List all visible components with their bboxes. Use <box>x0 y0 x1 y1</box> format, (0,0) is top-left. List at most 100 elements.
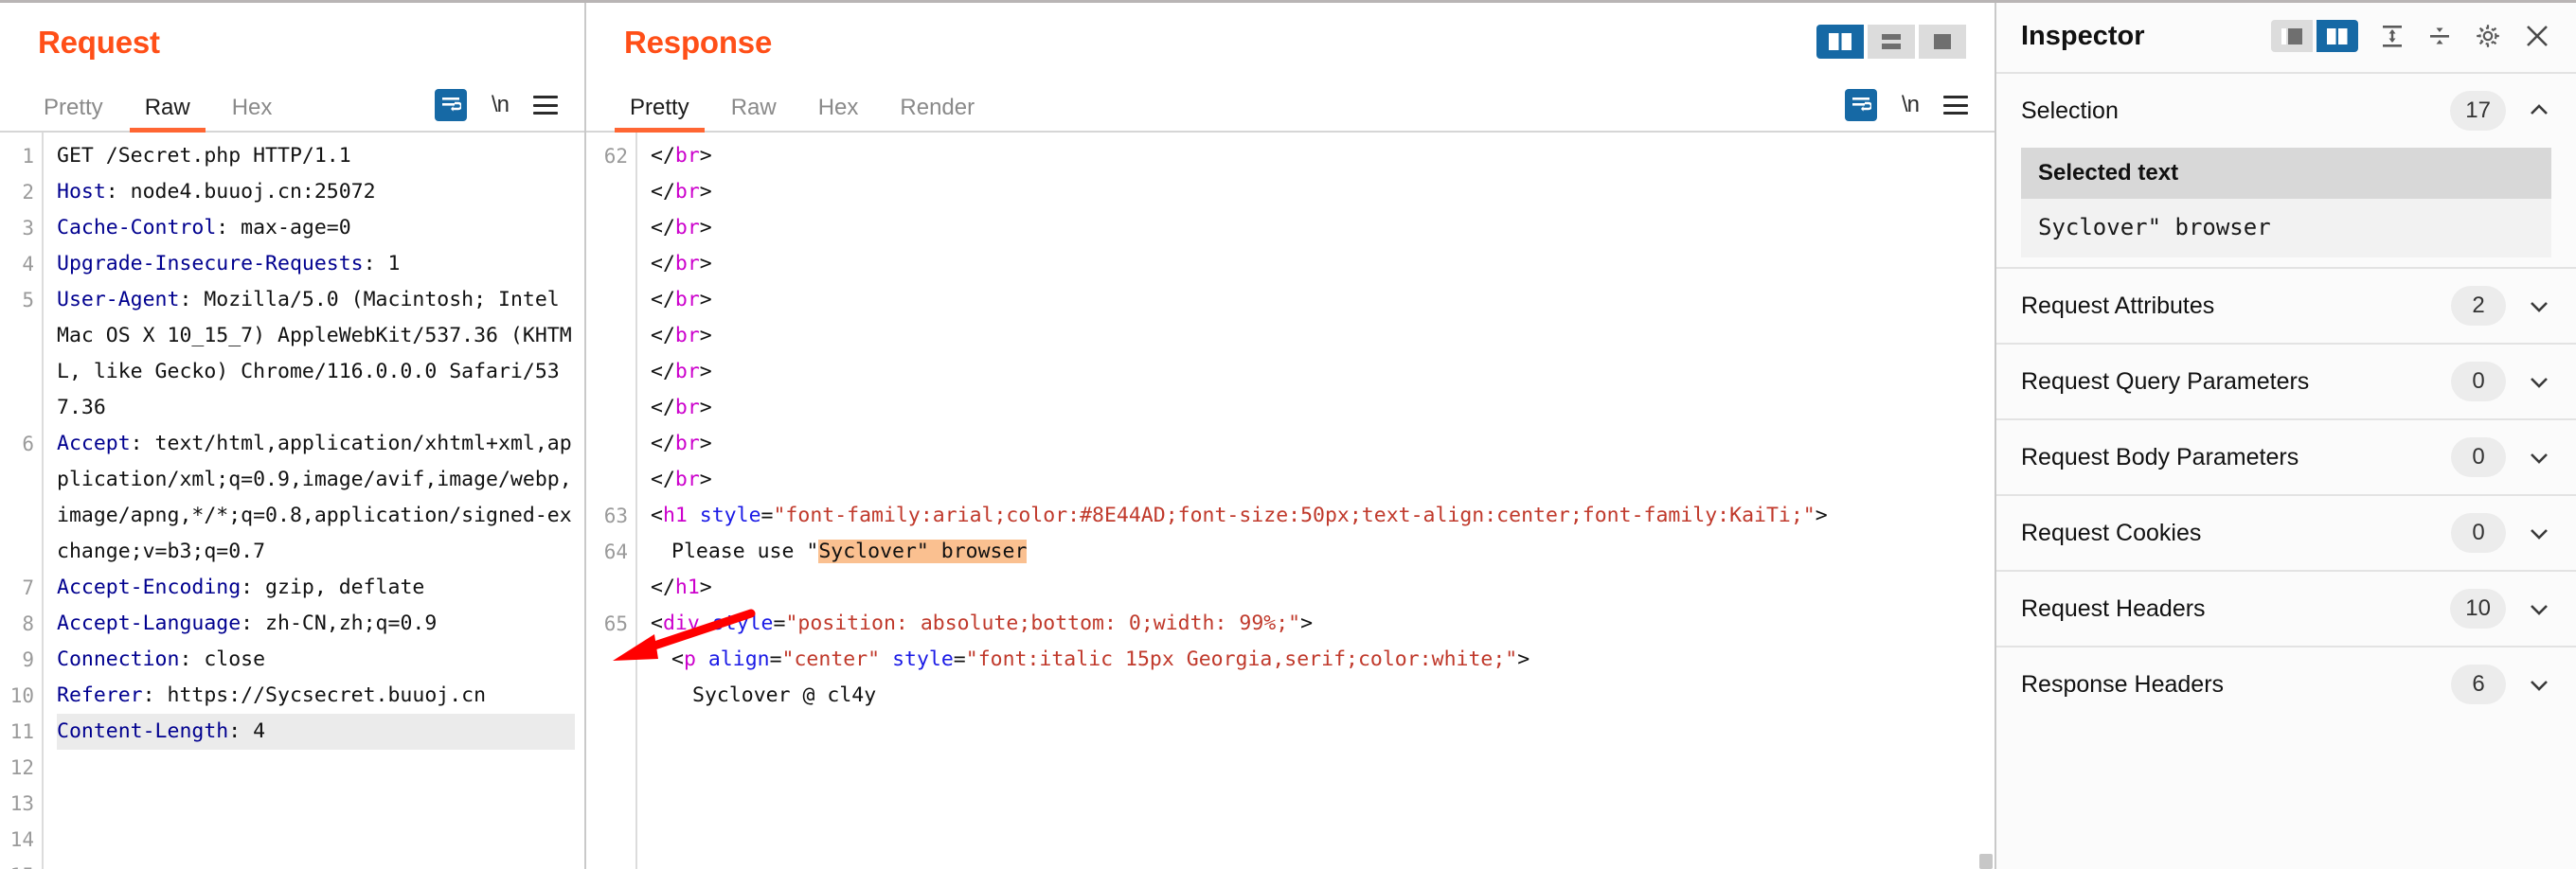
request-code-token: : max-age=0 <box>216 216 351 239</box>
collapse-all-icon <box>2430 27 2449 44</box>
response-body-text[interactable]: </br> </br> </br> </br> </br> </br> </br> </br>… <box>637 133 1995 869</box>
inspector-section-request-headers-count: 10 <box>2450 589 2506 629</box>
response-line-number: 65 <box>603 612 628 635</box>
expand-all-icon <box>2383 26 2402 47</box>
response-code-line: <p align="center" style="font:italic 15p… <box>651 642 1985 678</box>
response-line-number <box>590 282 628 318</box>
request-body-text[interactable]: GET /Secret.php HTTP/1.1 Host: node4.buuo… <box>44 133 584 869</box>
request-editor[interactable]: 123456789101112131415 GET /Secret.php HT… <box>0 133 584 869</box>
chevron-down-icon[interactable] <box>2527 369 2551 394</box>
request-line-number: 15 <box>4 858 34 869</box>
response-code-token <box>688 504 700 527</box>
inspector-section-selection-label: Selection <box>2021 97 2119 124</box>
response-code-token: Please use " <box>671 540 819 563</box>
chevron-up-icon[interactable] <box>2527 98 2551 123</box>
response-code-token: < <box>651 612 663 635</box>
response-code-token: br <box>674 360 700 383</box>
response-code-token: align <box>707 647 770 671</box>
response-code-token: br <box>674 396 700 419</box>
close-inspector-button[interactable] <box>2523 22 2551 50</box>
request-code-token: : text/html,application/xhtml+xml,applic… <box>57 432 572 563</box>
response-code-token: br <box>674 324 700 347</box>
inspector-section-request-attributes[interactable]: Request Attributes 2 <box>1996 267 2576 343</box>
request-code-line <box>57 786 575 822</box>
request-line-number: 3 <box>22 217 34 239</box>
chevron-down-icon[interactable] <box>2527 293 2551 318</box>
inspector-section-request-cookies[interactable]: Request Cookies 0 <box>1996 494 2576 570</box>
request-line-number: 10 <box>9 684 34 707</box>
response-code-token: style <box>711 612 774 635</box>
response-word-wrap-button[interactable] <box>1844 89 1877 121</box>
response-code-line: </br> <box>651 210 1985 246</box>
inspector-section-request-query-parameters[interactable]: Request Query Parameters 0 <box>1996 343 2576 418</box>
request-tab-raw[interactable]: Raw <box>124 97 211 133</box>
response-code-token: > <box>699 468 712 491</box>
request-code-line <box>57 858 575 869</box>
response-tab-hex[interactable]: Hex <box>797 97 880 131</box>
response-menu-button[interactable] <box>1943 96 1968 115</box>
layout-stacked-button[interactable] <box>1868 25 1915 59</box>
request-line-number: 8 <box>22 612 34 635</box>
selected-text-card-value[interactable]: Syclover" browser <box>2021 199 2551 257</box>
chevron-down-icon[interactable] <box>2527 672 2551 697</box>
request-code-token: Accept-Language <box>57 612 242 635</box>
inspector-dock-left-button[interactable] <box>2271 20 2313 52</box>
collapse-all-button[interactable] <box>2426 23 2453 49</box>
response-code-token: br <box>674 144 700 168</box>
response-line-number <box>590 642 628 678</box>
response-code-token: </ <box>651 252 675 275</box>
selected-text-card: Selected text Syclover" browser <box>2021 148 2551 257</box>
response-title: Response <box>624 24 773 60</box>
inspector-dock-right-button[interactable] <box>2317 20 2358 52</box>
request-code-token: : gzip, deflate <box>241 576 425 599</box>
request-code-line: Connection: close <box>57 642 575 678</box>
inspector-section-request-query-parameters-count: 0 <box>2451 362 2506 401</box>
request-show-newlines-button[interactable]: \n <box>492 92 510 118</box>
response-code-token <box>700 612 712 635</box>
response-tabbar: Pretty Raw Hex Render \n <box>586 83 1995 133</box>
settings-button[interactable] <box>2474 22 2502 50</box>
response-code-token <box>880 647 892 671</box>
response-line-number <box>590 462 628 498</box>
response-scrollbar[interactable] <box>1979 854 1993 869</box>
request-code-line <box>57 822 575 858</box>
inspector-section-request-body-parameters-label: Request Body Parameters <box>2021 443 2299 470</box>
response-code-line: </br> <box>651 138 1985 174</box>
expand-all-button[interactable] <box>2379 23 2406 49</box>
response-show-newlines-button[interactable]: \n <box>1902 92 1920 118</box>
request-menu-button[interactable] <box>533 96 558 115</box>
request-code-token: : zh-CN,zh;q=0.9 <box>241 612 438 635</box>
response-code-token: > <box>1300 612 1314 635</box>
response-code-token: > <box>699 360 712 383</box>
chevron-down-icon[interactable] <box>2527 521 2551 545</box>
response-code-token: > <box>699 576 712 599</box>
response-tab-raw[interactable]: Raw <box>710 97 797 131</box>
inspector-section-response-headers[interactable]: Response Headers 6 <box>1996 646 2576 721</box>
response-editor[interactable]: 62 63 64 65 </br> </br> </br> </br> </br> </br… <box>586 133 1995 869</box>
inspector-section-selection[interactable]: Selection 17 <box>1996 72 2576 148</box>
response-tab-pretty[interactable]: Pretty <box>609 97 710 133</box>
request-tabbar: Pretty Raw Hex \n <box>0 83 584 133</box>
response-code-token: "position: absolute;bottom: 0;width: 99%… <box>785 612 1301 635</box>
response-code-token: </ <box>651 432 675 455</box>
layout-single-button[interactable] <box>1919 25 1966 59</box>
request-tab-pretty[interactable]: Pretty <box>23 97 124 131</box>
request-tab-hex[interactable]: Hex <box>211 97 294 131</box>
inspector-section-request-cookies-count: 0 <box>2451 513 2506 553</box>
layout-side-by-side-button[interactable] <box>1816 25 1864 59</box>
request-word-wrap-button[interactable] <box>434 89 467 121</box>
inspector-section-request-body-parameters-count: 0 <box>2451 437 2506 477</box>
response-tab-render[interactable]: Render <box>879 97 995 131</box>
chevron-down-icon[interactable] <box>2527 596 2551 621</box>
response-code-token: </ <box>651 180 675 204</box>
request-code-token: : https://Sycsecret.buuoj.cn <box>142 683 487 707</box>
response-line-number <box>590 210 628 246</box>
inspector-section-request-body-parameters[interactable]: Request Body Parameters 0 <box>1996 418 2576 494</box>
inspector-section-request-headers[interactable]: Request Headers 10 <box>1996 570 2576 646</box>
chevron-down-icon[interactable] <box>2527 445 2551 470</box>
response-code-token: style <box>699 504 761 527</box>
request-panel: Request Pretty Raw Hex \n 1 2 3 4 5 6 7 … <box>0 0 756 869</box>
inspector-panel: Inspector Selection 17 Selected text Syc… <box>1995 0 2576 869</box>
response-line-number <box>590 318 628 354</box>
response-code-token: br <box>674 468 700 491</box>
